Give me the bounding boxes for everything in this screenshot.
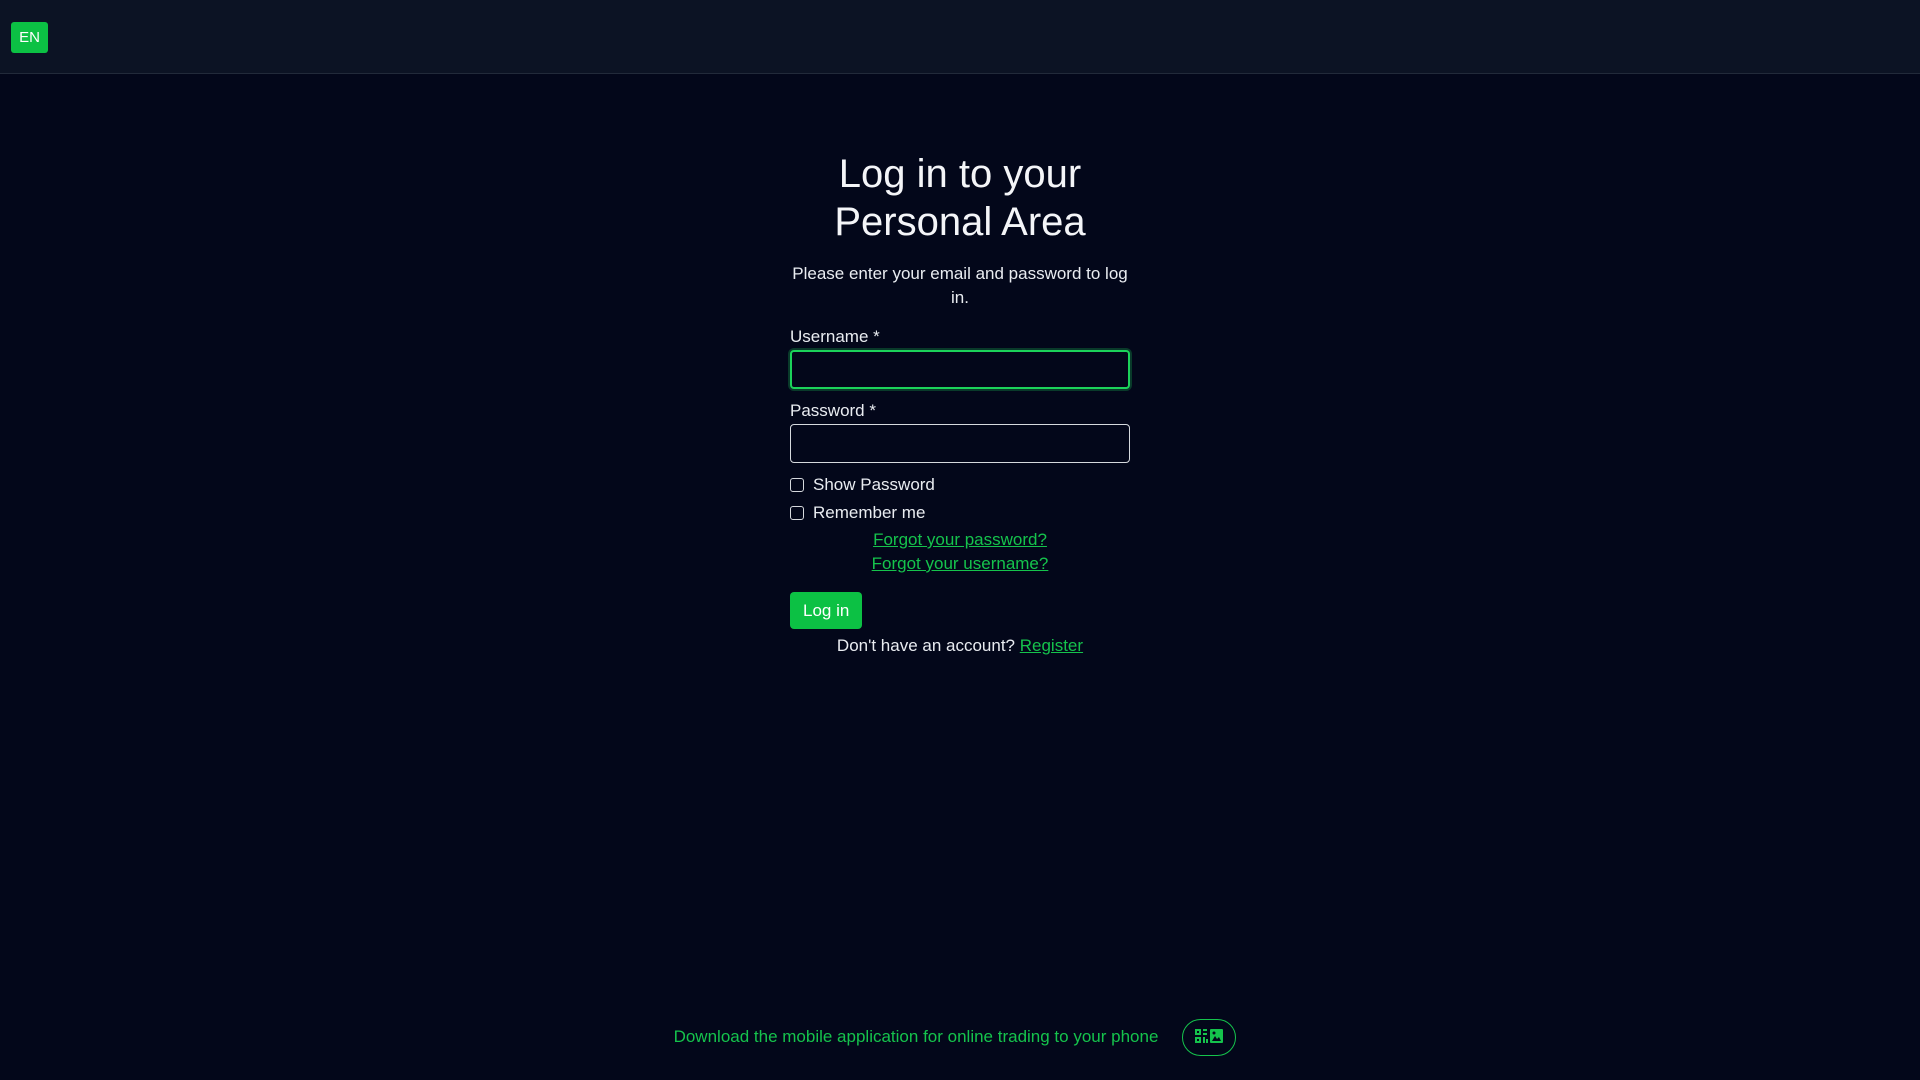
remember-me-label[interactable]: Remember me [813,503,925,523]
remember-me-checkbox[interactable] [790,506,804,520]
page-title-line-2: Personal Area [834,200,1086,244]
username-label: Username * [790,327,880,346]
show-password-label[interactable]: Show Password [813,475,935,495]
no-account-text: Don't have an account? [836,636,1016,655]
language-selector-button[interactable]: EN [11,22,48,53]
qr-code-button[interactable] [1182,1018,1237,1056]
show-password-row[interactable]: Show Password [790,474,1130,496]
footer: Download the mobile application for onli… [0,1017,1920,1057]
login-form: Log in to your Personal Area Please ente… [790,150,1130,658]
username-input[interactable] [790,350,1130,389]
qr-code-icon [1195,1029,1224,1043]
show-password-checkbox[interactable] [790,478,804,492]
login-instructions: Please enter your email and password to … [792,264,1128,307]
forgot-username-link[interactable]: Forgot your username? [790,552,1130,576]
forgot-password-link[interactable]: Forgot your password? [790,528,1130,552]
register-prompt: Don't have an account? Register [790,634,1130,658]
top-bar: EN [0,0,1920,74]
page-title-line-1: Log in to your [838,152,1082,196]
login-button[interactable]: Log in [790,592,863,629]
page-title: Log in to your Personal Area [790,150,1130,246]
download-app-text: Download the mobile application for onli… [673,1027,1159,1046]
password-input[interactable] [790,424,1130,463]
recovery-links: Forgot your password? Forgot your userna… [790,528,1130,576]
remember-me-row[interactable]: Remember me [790,502,1130,524]
password-label: Password * [790,401,876,420]
register-link[interactable]: Register [1020,636,1083,655]
